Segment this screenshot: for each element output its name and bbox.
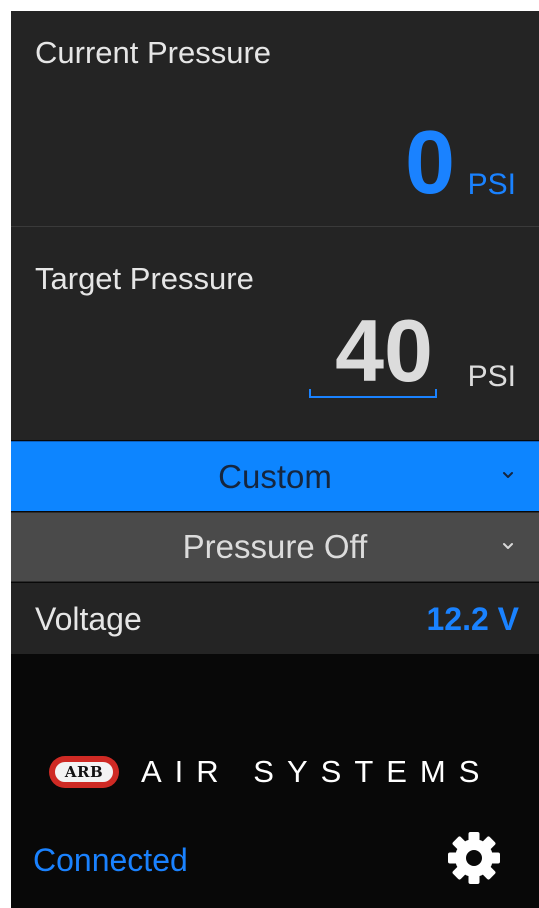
voltage-value: 12.2 V xyxy=(426,601,519,637)
voltage-label: Voltage xyxy=(35,601,142,637)
target-pressure-unit: PSI xyxy=(467,360,516,393)
pressure-mode-dropdown[interactable]: Pressure Off xyxy=(11,512,539,582)
brand-logo: ARB AIR SYSTEMS xyxy=(49,754,493,789)
chevron-down-icon xyxy=(503,472,513,478)
target-pressure-panel: Target Pressure 40 PSI xyxy=(11,227,539,440)
target-pressure-input-underline xyxy=(309,389,437,398)
gear-icon[interactable] xyxy=(445,829,503,887)
arb-logo-badge: ARB xyxy=(49,756,119,788)
current-pressure-panel: Current Pressure 0 PSI xyxy=(11,11,539,226)
pressure-mode-dropdown-value: Pressure Off xyxy=(182,528,368,565)
voltage-panel: Voltage 12.2 V xyxy=(11,583,539,654)
preset-dropdown-value: Custom xyxy=(218,457,332,495)
brand-wordmark: AIR SYSTEMS xyxy=(141,754,493,789)
current-pressure-unit: PSI xyxy=(467,168,516,201)
app-screen: Current Pressure 0 PSI Target Pressure 4… xyxy=(11,11,539,908)
preset-dropdown[interactable]: Custom xyxy=(11,441,539,511)
connection-status: Connected xyxy=(33,842,188,878)
current-pressure-value: 0 xyxy=(404,113,455,213)
arb-logo-text: ARB xyxy=(53,760,115,784)
chevron-down-icon xyxy=(503,543,513,549)
target-pressure-input[interactable]: 40 xyxy=(335,307,433,395)
current-pressure-label: Current Pressure xyxy=(35,35,272,70)
target-pressure-label: Target Pressure xyxy=(35,261,254,296)
